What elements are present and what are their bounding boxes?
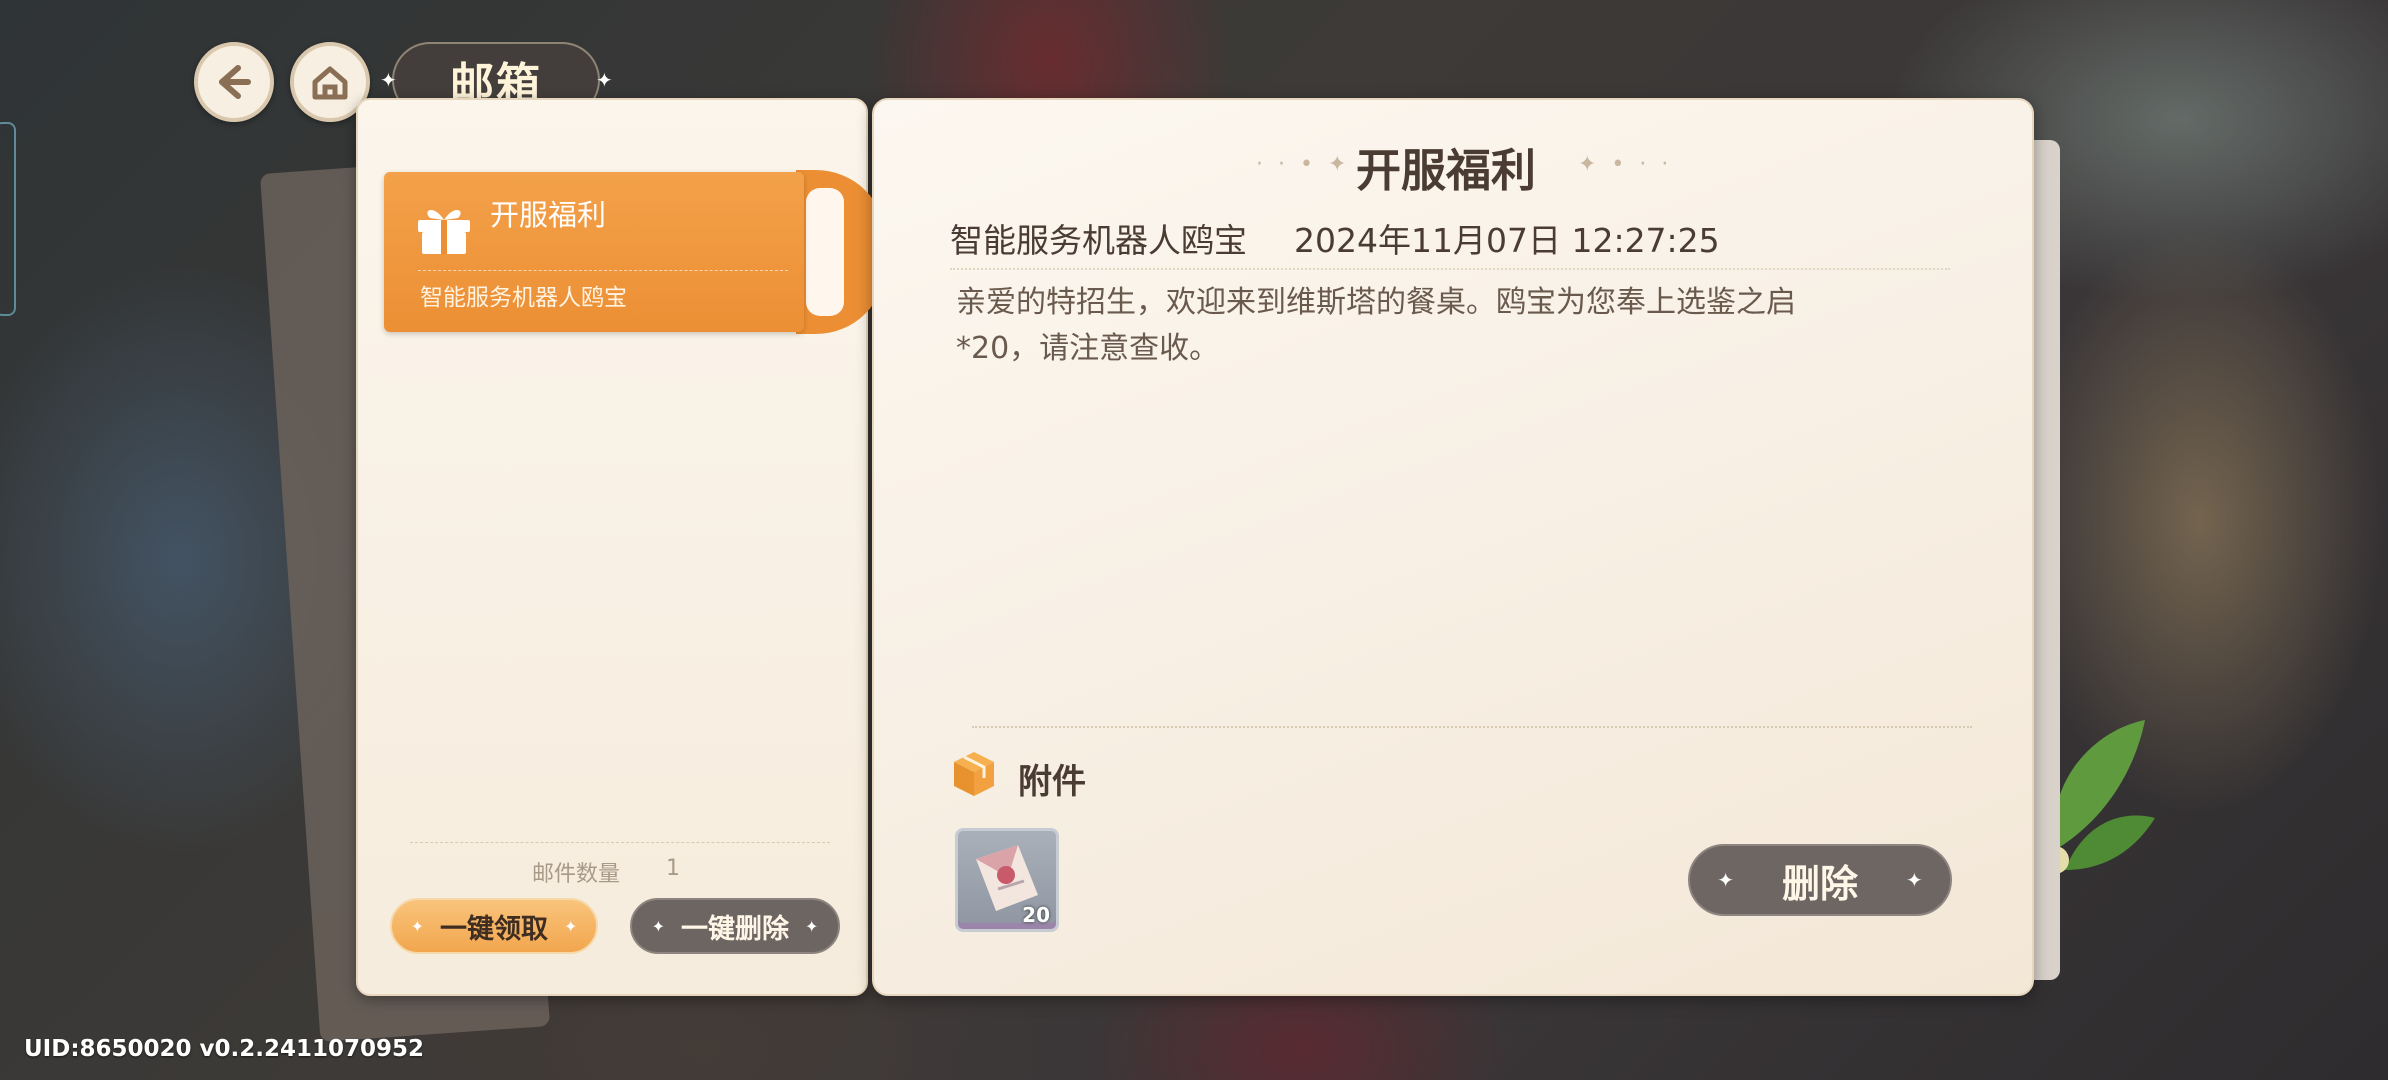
- delete-button[interactable]: ✦ 删除 ✦: [1688, 844, 1952, 916]
- sparkle-icon: ✦: [596, 68, 613, 92]
- mail-body-line: *20，请注意查收。: [956, 331, 1220, 366]
- sparkle-icon: ✦: [410, 916, 424, 936]
- box-icon: [954, 752, 994, 796]
- gift-icon: [418, 209, 470, 254]
- mail-detail-title: 开服福利: [1356, 144, 1537, 197]
- sparkle-icon: ✦: [651, 916, 665, 936]
- mail-item-tab-notch: [806, 188, 844, 316]
- mail-detail-sender: 智能服务机器人鸥宝: [950, 221, 1247, 260]
- mail-count-label: 邮件数量: [532, 862, 621, 887]
- sparkle-icon: ✦: [1717, 868, 1734, 892]
- sparkle-icon: ✦: [380, 68, 397, 92]
- sparkle-icon: ✦: [805, 916, 819, 936]
- arrow-left-icon: [219, 65, 251, 99]
- attachment-quantity: 20: [1022, 903, 1050, 927]
- title-ornament-left: · · • ✦: [1256, 152, 1351, 177]
- title-ornament-right: ✦ • · ·: [1578, 152, 1673, 177]
- mail-body-line: 亲爱的特招生，欢迎来到维斯塔的餐桌。鸥宝为您奉上选鉴之启: [956, 285, 1796, 320]
- mail-detail-date: 2024年11月07日 12:27:25: [1294, 221, 1720, 260]
- attachment-item[interactable]: 20: [955, 828, 1059, 932]
- divider: [972, 726, 1972, 728]
- mail-count-value: 1: [666, 856, 680, 881]
- divider: [418, 270, 788, 271]
- mail-body: 亲爱的特招生，欢迎来到维斯塔的餐桌。鸥宝为您奉上选鉴之启 *20，请注意查收。: [956, 280, 1856, 372]
- mail-item-sender: 智能服务机器人鸥宝: [420, 285, 627, 311]
- delete-all-button[interactable]: ✦ 一键删除 ✦: [630, 898, 840, 954]
- mail-item-title: 开服福利: [490, 198, 607, 232]
- uid-version-text: UID:8650020 v0.2.2411070952: [24, 1036, 425, 1062]
- home-icon: [312, 66, 348, 100]
- back-button[interactable]: [194, 42, 274, 122]
- claim-all-button[interactable]: ✦ 一键领取 ✦: [390, 898, 598, 954]
- delete-all-label: 一键删除: [681, 913, 789, 945]
- divider: [950, 268, 1950, 270]
- sparkle-icon: ✦: [564, 916, 578, 936]
- attachments-label: 附件: [1018, 762, 1086, 802]
- edge-tab: [0, 122, 16, 316]
- sparkle-icon: ✦: [1906, 868, 1923, 892]
- divider: [410, 842, 830, 843]
- claim-all-label: 一键领取: [440, 913, 548, 945]
- delete-label: 删除: [1781, 860, 1858, 906]
